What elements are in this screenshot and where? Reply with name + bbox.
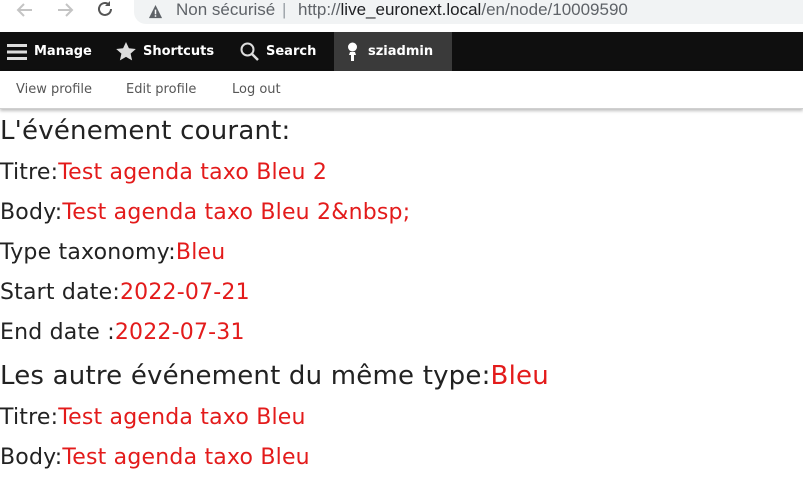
browser-bar: Non sécurisé | http://live_euronext.loca… (0, 0, 803, 32)
other-title-label: Titre: (0, 405, 59, 430)
address-bar[interactable]: Non sécurisé | http://live_euronext.loca… (134, 0, 803, 24)
user-icon (348, 42, 357, 61)
toolbar-shortcuts[interactable]: Shortcuts (116, 32, 214, 71)
admin-toolbar: Manage Shortcuts Search sziadmin (0, 32, 803, 71)
back-arrow-icon[interactable] (14, 0, 36, 22)
other-events-heading-label: Les autre événement du même type: (0, 361, 491, 391)
current-type-row: Type taxonomy:Bleu (0, 240, 225, 265)
other-events-type: Bleu (490, 361, 549, 391)
other-events-heading: Les autre événement du même type:Bleu (0, 361, 549, 391)
current-end-value: 2022-07-31 (114, 320, 245, 345)
reload-icon[interactable] (94, 0, 116, 22)
hamburger-icon (7, 43, 27, 60)
log-out-link[interactable]: Log out (232, 71, 281, 109)
other-title-row: Titre:Test agenda taxo Bleu (0, 405, 306, 430)
toolbar-manage-label: Manage (34, 44, 92, 59)
current-start-label: Start date: (0, 280, 120, 305)
current-body-label: Body: (0, 200, 63, 225)
search-icon (240, 42, 259, 61)
current-end-label: End date : (0, 320, 115, 345)
star-icon (116, 42, 136, 61)
toolbar-search[interactable]: Search (240, 32, 316, 71)
current-body-value: Test agenda taxo Bleu 2&nbsp; (62, 200, 411, 225)
other-body-row: Body:Test agenda taxo Bleu (0, 445, 310, 470)
current-start-value: 2022-07-21 (119, 280, 250, 305)
other-body-value: Test agenda taxo Bleu (62, 445, 310, 470)
user-tray: View profile Edit profile Log out (0, 71, 803, 109)
current-body-row: Body:Test agenda taxo Bleu 2&nbsp; (0, 200, 410, 225)
toolbar-search-label: Search (266, 44, 317, 59)
current-title-label: Titre: (0, 160, 59, 185)
url-path: /en/node/10009590 (481, 0, 628, 19)
current-type-value: Bleu (175, 240, 226, 265)
toolbar-user-label: sziadmin (368, 44, 434, 59)
warning-icon (148, 4, 163, 19)
current-event-heading: L'événement courant: (0, 116, 291, 146)
url-prefix: http:// (298, 0, 341, 19)
url-host: live_euronext.local (340, 0, 482, 19)
toolbar-manage[interactable]: Manage (7, 32, 92, 71)
view-profile-link[interactable]: View profile (16, 71, 92, 109)
other-title-value: Test agenda taxo Bleu (58, 405, 306, 430)
edit-profile-link[interactable]: Edit profile (126, 71, 196, 109)
current-title-row: Titre:Test agenda taxo Bleu 2 (0, 160, 327, 185)
toolbar-user[interactable]: sziadmin (334, 32, 452, 71)
url-separator: | (282, 0, 287, 19)
url-text[interactable]: http://live_euronext.local/en/node/10009… (298, 0, 628, 20)
other-body-label: Body: (0, 445, 63, 470)
current-end-row: End date :2022-07-31 (0, 320, 245, 345)
toolbar-shortcuts-label: Shortcuts (143, 44, 215, 59)
current-type-label: Type taxonomy: (0, 240, 176, 265)
current-title-value: Test agenda taxo Bleu 2 (58, 160, 328, 185)
forward-arrow-icon[interactable] (54, 0, 76, 22)
security-label[interactable]: Non sécurisé (176, 0, 275, 20)
current-start-row: Start date:2022-07-21 (0, 280, 250, 305)
